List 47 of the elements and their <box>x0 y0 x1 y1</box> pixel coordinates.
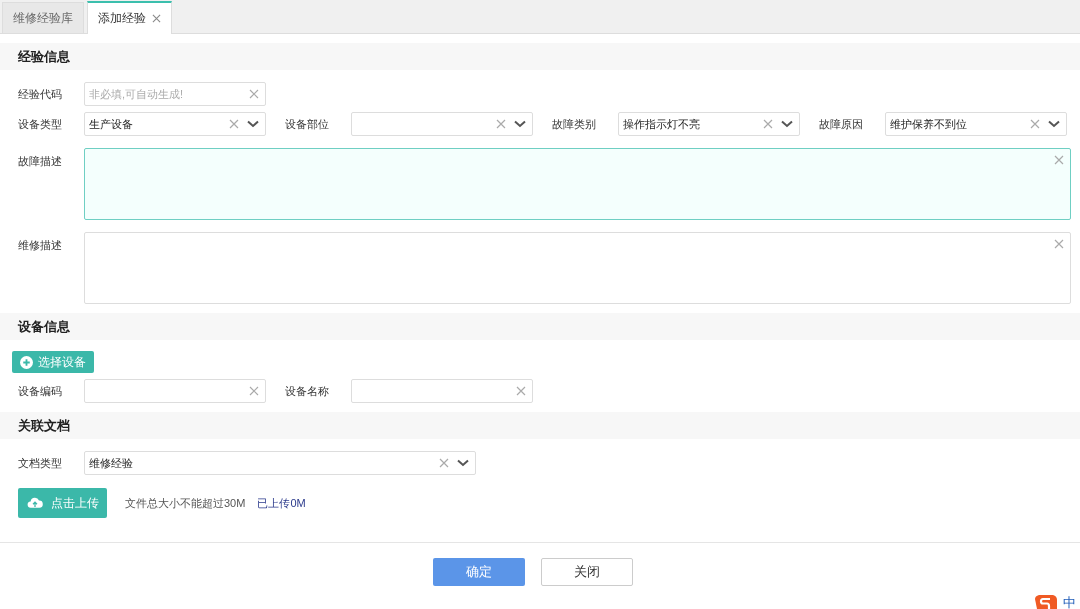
select-field[interactable] <box>351 112 533 136</box>
close-icon[interactable] <box>152 14 161 23</box>
size-note: 文件总大小不能超过30M <box>125 495 246 511</box>
field-label: 经验代码 <box>18 86 63 102</box>
chevron-down-icon[interactable] <box>247 120 259 128</box>
clear-icon[interactable] <box>763 119 773 129</box>
clear-icon[interactable] <box>1054 239 1064 249</box>
ime-logo-icon[interactable] <box>1033 595 1057 609</box>
field-label: 设备部位 <box>285 116 330 132</box>
field-label: 文档类型 <box>18 455 63 471</box>
clear-icon[interactable] <box>496 119 506 129</box>
chevron-down-icon[interactable] <box>457 459 469 467</box>
field-label: 故障原因 <box>819 116 864 132</box>
close-button[interactable]: 关闭 <box>541 558 633 586</box>
select-field[interactable]: 维护保养不到位 <box>885 112 1067 136</box>
chevron-down-icon[interactable] <box>514 120 526 128</box>
field-label: 维修描述 <box>18 238 63 253</box>
field-label: 故障描述 <box>18 154 63 169</box>
clear-icon[interactable] <box>439 458 449 468</box>
clear-icon[interactable] <box>516 386 526 396</box>
input-field[interactable] <box>351 379 533 403</box>
field-label: 设备编码 <box>18 383 63 399</box>
clear-icon[interactable] <box>249 386 259 396</box>
plus-circle-icon <box>20 355 33 369</box>
clear-icon[interactable] <box>1054 155 1064 165</box>
input-field[interactable] <box>84 379 266 403</box>
select-field[interactable]: 操作指示灯不亮 <box>618 112 800 136</box>
chevron-down-icon[interactable] <box>1048 120 1060 128</box>
section-title: 经验信息 <box>18 47 70 66</box>
select-field[interactable]: 维修经验 <box>84 451 476 475</box>
tab[interactable]: 维修经验库 <box>2 2 84 33</box>
cloud-upload-icon <box>26 497 43 509</box>
section-title: 关联文档 <box>18 416 70 435</box>
clear-icon[interactable] <box>249 89 259 99</box>
field-label: 设备名称 <box>285 383 330 399</box>
section-title: 设备信息 <box>18 317 70 336</box>
field-label: 故障类别 <box>552 116 597 132</box>
clear-icon[interactable] <box>1030 119 1040 129</box>
chevron-down-icon[interactable] <box>781 120 793 128</box>
upload-status: 已上传0M <box>257 495 306 511</box>
field-label: 设备类型 <box>18 116 63 132</box>
ime-mode-indicator[interactable]: 中 <box>1063 596 1076 609</box>
select-field[interactable]: 生产设备 <box>84 112 266 136</box>
text-area[interactable] <box>84 148 1071 220</box>
clear-icon[interactable] <box>229 119 239 129</box>
tab[interactable]: 添加经验 <box>87 1 172 34</box>
text-area[interactable] <box>84 232 1071 304</box>
